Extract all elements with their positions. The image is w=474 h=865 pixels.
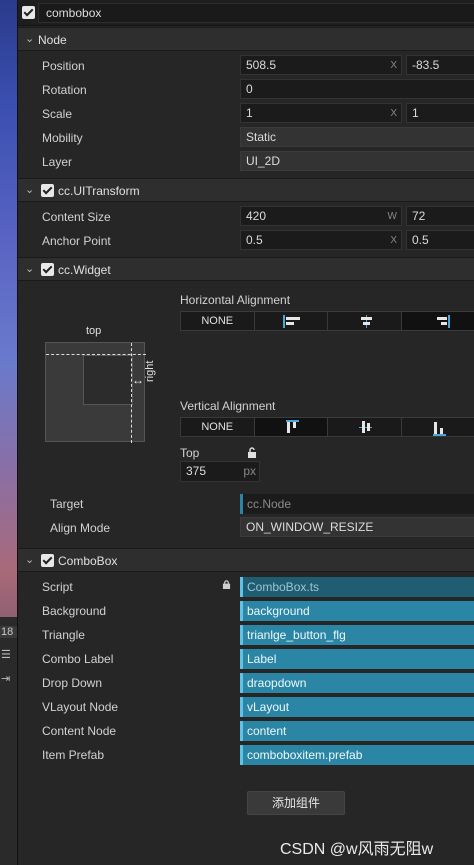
lock-icon — [222, 580, 231, 589]
center-align-icon[interactable] — [328, 312, 402, 330]
add-component-button[interactable]: 添加组件 — [247, 791, 345, 815]
script-label: Script — [42, 580, 73, 594]
chevron-down-icon: ⌄ — [25, 554, 35, 566]
right-align-icon[interactable] — [401, 312, 474, 330]
anchor-y-input[interactable]: 0.5 — [406, 230, 474, 250]
scale-label: Scale — [42, 107, 73, 121]
section-widget[interactable]: ⌄ cc.Widget — [18, 257, 474, 281]
drop-down-field[interactable]: draopdown — [240, 673, 474, 693]
section-ui-transform[interactable]: ⌄ cc.UITransform — [18, 178, 474, 202]
middle-align-icon[interactable] — [328, 418, 402, 436]
content-node-label: Content Node — [42, 724, 117, 738]
component-enabled-checkbox[interactable] — [41, 554, 54, 567]
horizontal-alignment-label: Horizontal Alignment — [180, 293, 291, 307]
content-height-input[interactable]: 72 — [406, 206, 474, 226]
drop-down-label: Drop Down — [42, 676, 103, 690]
unlock-icon[interactable] — [247, 447, 257, 458]
node-active-checkbox[interactable] — [22, 6, 35, 19]
content-size-label: Content Size — [42, 210, 111, 224]
w-axis-marker: W — [387, 211, 397, 222]
position-y-input[interactable]: -83.5 — [406, 55, 474, 75]
valign-none-button[interactable]: NONE — [181, 418, 255, 436]
top-margin-input[interactable]: 375 px — [180, 461, 260, 482]
combo-label-field[interactable]: Label — [240, 649, 474, 669]
component-enabled-checkbox[interactable] — [41, 263, 54, 276]
position-x-input[interactable]: 508.5 X — [240, 55, 402, 75]
item-prefab-field[interactable]: comboboxitem.prefab — [240, 745, 474, 765]
rotation-input[interactable]: 0 — [240, 79, 474, 99]
widget-alignment-preview[interactable]: ↔ — [45, 342, 146, 443]
item-prefab-label: Item Prefab — [42, 748, 105, 762]
vertical-alignment-label: Vertical Alignment — [180, 399, 276, 413]
mobility-select[interactable]: Static — [240, 127, 474, 147]
position-label: Position — [42, 59, 85, 73]
menu-icon[interactable]: ☰ — [1, 648, 11, 661]
section-title: ComboBox — [58, 554, 118, 568]
mobility-label: Mobility — [42, 131, 83, 145]
rotation-label: Rotation — [42, 83, 87, 97]
scene-view-edge: 18 ☰ ⇥ — [0, 0, 17, 865]
align-none-button[interactable]: NONE — [181, 312, 255, 330]
scale-x-input[interactable]: 1X — [240, 103, 402, 123]
top-margin-label: top — [86, 325, 102, 337]
vertical-alignment-group: NONE — [180, 417, 474, 437]
chevron-down-icon: ⌄ — [25, 184, 35, 196]
layer-select[interactable]: UI_2D — [240, 151, 474, 171]
section-title: Node — [38, 33, 67, 47]
chevron-down-icon: ⌄ — [25, 33, 35, 45]
section-combobox[interactable]: ⌄ ComboBox — [18, 548, 474, 572]
section-title: cc.Widget — [58, 263, 111, 277]
section-title: cc.UITransform — [58, 184, 140, 198]
exit-icon[interactable]: ⇥ — [1, 672, 10, 685]
content-node-field[interactable]: content — [240, 721, 474, 741]
right-guide-line — [131, 343, 132, 443]
combo-label-label: Combo Label — [42, 652, 114, 666]
line-number: 18 — [0, 626, 17, 638]
top-align-icon[interactable] — [254, 418, 328, 436]
vlayout-node-label: VLayout Node — [42, 700, 119, 714]
triangle-label: Triangle — [42, 628, 85, 642]
target-field[interactable]: cc.Node — [240, 494, 474, 514]
content-width-input[interactable]: 420 W — [240, 206, 402, 226]
horizontal-alignment-group: NONE — [180, 311, 474, 331]
preview-node-box — [83, 355, 133, 405]
horizontal-arrow-icon: ↔ — [132, 373, 144, 387]
section-node[interactable]: ⌄ Node — [18, 27, 474, 51]
align-mode-select[interactable]: ON_WINDOW_RESIZE — [240, 517, 474, 537]
anchor-x-input[interactable]: 0.5 X — [240, 230, 402, 250]
component-enabled-checkbox[interactable] — [41, 184, 54, 197]
watermark: CSDN @w风雨无阻w — [280, 841, 434, 858]
target-label: Target — [50, 497, 84, 511]
background-label: Background — [42, 604, 107, 618]
background-field[interactable]: background — [240, 601, 474, 621]
triangle-field[interactable]: trianlge_button_flg — [240, 625, 474, 645]
node-header: combobox — [18, 0, 474, 26]
right-margin-label: right — [144, 360, 156, 382]
bottom-align-icon[interactable] — [402, 418, 474, 436]
align-mode-label: Align Mode — [50, 521, 111, 535]
unit-label: px — [243, 464, 256, 478]
script-field[interactable]: ComboBox.ts — [240, 577, 474, 597]
node-name-input[interactable]: combobox — [38, 3, 474, 23]
inspector-panel: combobox ⌄ Node Position 508.5 X -83.5 Ro… — [17, 0, 474, 865]
x-axis-marker: X — [390, 108, 397, 119]
layer-label: Layer — [42, 155, 73, 169]
x-axis-marker: X — [390, 235, 397, 246]
x-axis-marker: X — [390, 60, 397, 71]
vlayout-node-field[interactable]: vLayout — [240, 697, 474, 717]
scale-y-input[interactable]: 1 — [406, 103, 474, 123]
top-value-label: Top — [180, 446, 200, 460]
anchor-point-label: Anchor Point — [42, 234, 111, 248]
chevron-down-icon: ⌄ — [25, 263, 35, 275]
left-align-icon[interactable] — [255, 312, 328, 330]
